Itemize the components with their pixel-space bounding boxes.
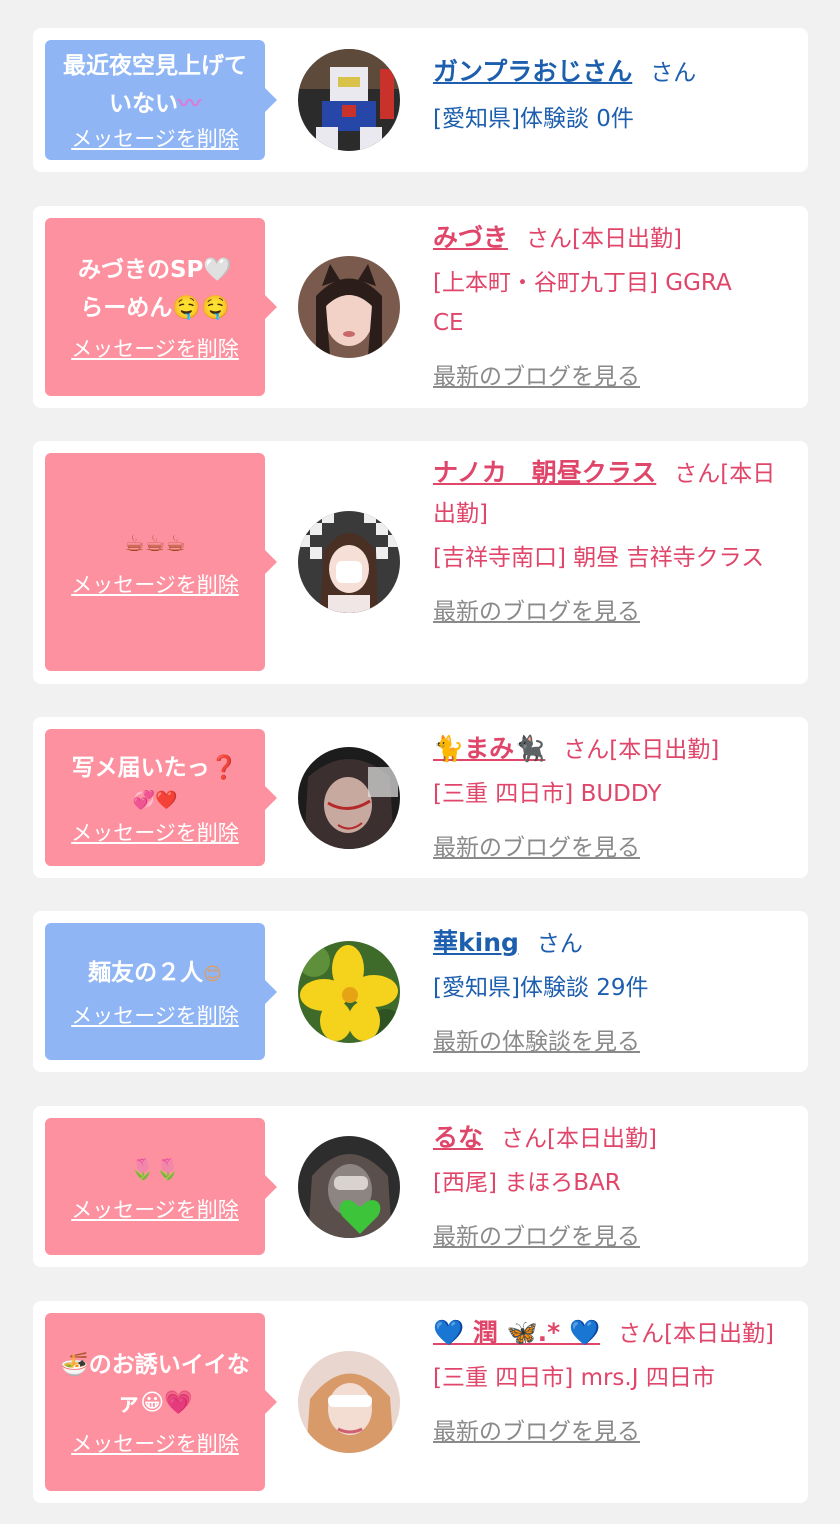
message-text: 🌷🌷 bbox=[130, 1156, 180, 1181]
user-detail: [三重 四日市] BUDDY bbox=[433, 781, 662, 807]
message-text: 🍜のお誘いイイなァ😀💗 bbox=[60, 1352, 250, 1416]
avatar[interactable] bbox=[298, 747, 400, 849]
latest-review-link[interactable]: 最新の体験談を見る bbox=[433, 1022, 640, 1062]
user-info: みづき さん[本日出勤] [上本町・谷町九丁目] GGRACE 最新のブログを見る bbox=[433, 218, 788, 397]
delete-message-link[interactable]: メッセージを削除 bbox=[71, 1194, 239, 1224]
message-text: ☕☕☕ bbox=[124, 531, 186, 557]
delete-message-link[interactable]: メッセージを削除 bbox=[71, 333, 239, 363]
user-detail: [西尾] まほろBAR bbox=[433, 1170, 621, 1196]
user-name-link[interactable]: みづき bbox=[433, 223, 508, 252]
avatar[interactable] bbox=[298, 1351, 400, 1453]
message-bubble: 🍜のお誘いイイなァ😀💗 メッセージを削除 bbox=[45, 1313, 277, 1491]
user-detail: [上本町・谷町九丁目] GGRACE bbox=[433, 270, 732, 336]
user-name-link[interactable]: 🐈まみ🐈‍⬛ bbox=[433, 734, 545, 763]
user-info: 🐈まみ🐈‍⬛ さん[本日出勤] [三重 四日市] BUDDY 最新のブログを見る bbox=[433, 729, 788, 868]
latest-blog-link[interactable]: 最新のブログを見る bbox=[433, 1412, 640, 1452]
user-info: るな さん[本日出勤] [西尾] まほろBAR 最新のブログを見る bbox=[433, 1118, 788, 1257]
message-text: 写メ届いたっ❓ bbox=[71, 754, 239, 781]
avatar[interactable] bbox=[298, 511, 400, 613]
user-info: 華king さん [愛知県]体験談 29件 最新の体験談を見る bbox=[433, 923, 788, 1062]
message-bubble: 最近夜空見上げていない〰 メッセージを削除 bbox=[45, 40, 277, 160]
message-card: 🍜のお誘いイイなァ😀💗 メッセージを削除 💙 潤 🦋.* 💙 さん[本日出勤] [… bbox=[33, 1301, 808, 1503]
delete-message-link[interactable]: メッセージを削除 bbox=[71, 1000, 239, 1030]
avatar[interactable] bbox=[298, 49, 400, 151]
message-card: みづきのSP🤍らーめん🤤🤤 メッセージを削除 みづき さん[本日出勤] [上本町・… bbox=[33, 206, 808, 408]
message-card: 最近夜空見上げていない〰 メッセージを削除 ガンプラおじさん さん [愛知県]体験… bbox=[33, 28, 808, 172]
user-detail: [愛知県]体験談 29件 bbox=[433, 975, 649, 1001]
message-card: ☕☕☕ メッセージを削除 ナノカ 朝昼クラス さん[本日出勤] [吉祥寺南口] 朝… bbox=[33, 441, 808, 684]
avatar[interactable] bbox=[298, 941, 400, 1043]
message-text: みづきのSP🤍らーめん🤤🤤 bbox=[77, 257, 233, 321]
message-bubble: ☕☕☕ メッセージを削除 bbox=[45, 453, 277, 671]
user-suffix: さん bbox=[536, 931, 583, 957]
message-text: 最近夜空見上げていない bbox=[63, 53, 247, 117]
message-bubble: みづきのSP🤍らーめん🤤🤤 メッセージを削除 bbox=[45, 218, 277, 396]
message-emoji: 😊 bbox=[203, 963, 222, 985]
user-name-link[interactable]: ガンプラおじさん bbox=[433, 57, 632, 86]
latest-blog-link[interactable]: 最新のブログを見る bbox=[433, 1217, 640, 1257]
delete-message-link[interactable]: メッセージを削除 bbox=[71, 1428, 239, 1458]
user-detail: [吉祥寺南口] 朝昼 吉祥寺クラス bbox=[433, 545, 765, 571]
message-card: 麺友の２人😊 メッセージを削除 華king さん [愛知県]体験談 29件 最新の… bbox=[33, 911, 808, 1072]
user-suffix: さん[本日出勤] bbox=[526, 226, 682, 252]
user-info: ガンプラおじさん さん [愛知県]体験談 0件 bbox=[433, 52, 788, 139]
avatar[interactable] bbox=[298, 256, 400, 358]
message-emoji: 〰 bbox=[178, 91, 201, 117]
message-text: 麺友の２人 bbox=[88, 959, 204, 986]
avatar[interactable] bbox=[298, 1136, 400, 1238]
latest-blog-link[interactable]: 最新のブログを見る bbox=[433, 828, 640, 868]
user-name-link[interactable]: 華king bbox=[433, 928, 519, 957]
message-card: 写メ届いたっ❓ 💞❤️ メッセージを削除 🐈まみ🐈‍⬛ さん[本日出勤] [三重 … bbox=[33, 717, 808, 878]
user-name-link[interactable]: 💙 潤 🦋.* 💙 bbox=[433, 1318, 600, 1347]
user-detail: [三重 四日市] mrs.J 四日市 bbox=[433, 1365, 715, 1391]
message-emoji: 💞❤️ bbox=[132, 789, 178, 811]
message-bubble: 写メ届いたっ❓ 💞❤️ メッセージを削除 bbox=[45, 729, 277, 866]
user-info: ナノカ 朝昼クラス さん[本日出勤] [吉祥寺南口] 朝昼 吉祥寺クラス 最新のブ… bbox=[433, 453, 788, 632]
user-suffix: さん bbox=[650, 60, 697, 86]
user-name-link[interactable]: るな bbox=[433, 1123, 483, 1152]
message-bubble: 🌷🌷 メッセージを削除 bbox=[45, 1118, 277, 1255]
delete-message-link[interactable]: メッセージを削除 bbox=[71, 569, 239, 599]
delete-message-link[interactable]: メッセージを削除 bbox=[71, 817, 239, 847]
delete-message-link[interactable]: メッセージを削除 bbox=[71, 123, 239, 153]
user-suffix: さん[本日出勤] bbox=[563, 737, 720, 763]
user-info: 💙 潤 🦋.* 💙 さん[本日出勤] [三重 四日市] mrs.J 四日市 最新の… bbox=[433, 1313, 788, 1452]
latest-blog-link[interactable]: 最新のブログを見る bbox=[433, 357, 640, 397]
user-suffix: さん[本日出勤] bbox=[501, 1126, 657, 1152]
user-name-link[interactable]: ナノカ 朝昼クラス bbox=[433, 458, 656, 487]
user-detail: [愛知県]体験談 0件 bbox=[433, 106, 634, 132]
latest-blog-link[interactable]: 最新のブログを見る bbox=[433, 592, 640, 632]
message-bubble: 麺友の２人😊 メッセージを削除 bbox=[45, 923, 277, 1060]
user-suffix: さん[本日出勤] bbox=[618, 1321, 775, 1347]
message-card: 🌷🌷 メッセージを削除 るな さん[本日出勤] [西尾] まほろBAR 最新のブロ… bbox=[33, 1106, 808, 1267]
